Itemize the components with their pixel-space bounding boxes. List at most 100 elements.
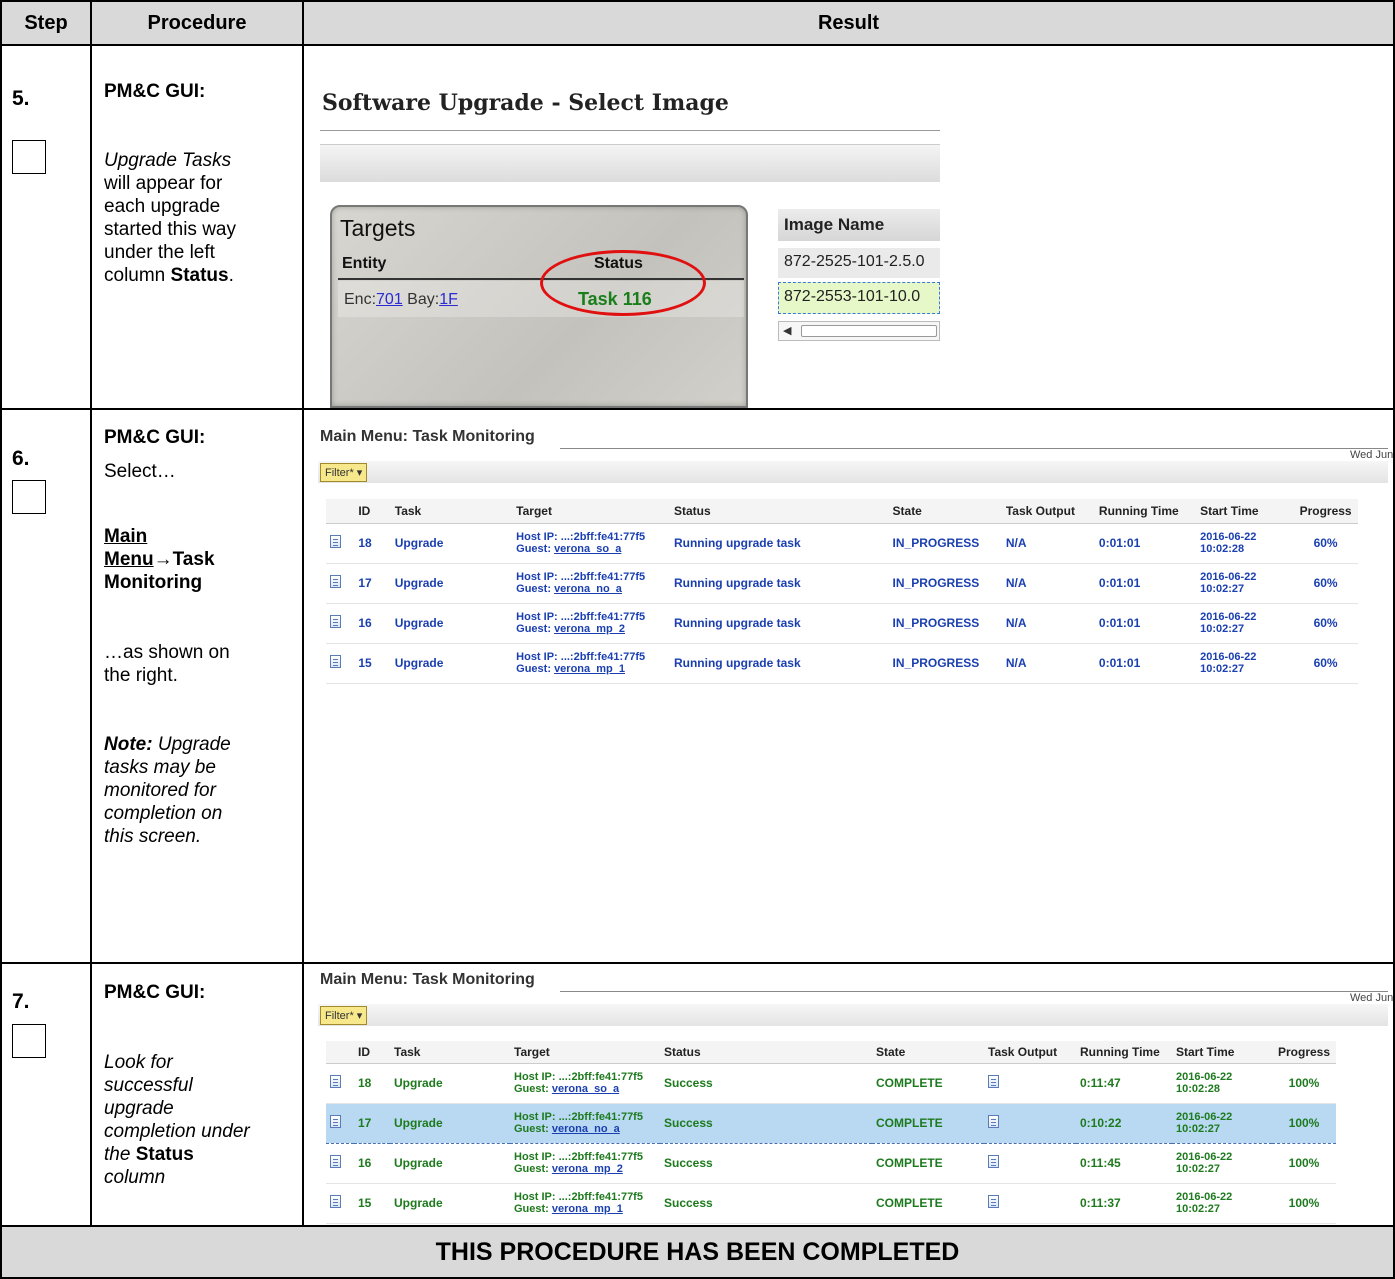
document-icon[interactable] xyxy=(330,1195,341,1208)
tm6-row-guest-link[interactable]: verona_no_a xyxy=(554,583,622,595)
tm6-table-row[interactable]: 16 Upgrade Host IP: ...:2bff:fe41:77f5 Gu… xyxy=(326,603,1358,644)
tm6-table-row[interactable]: 18 Upgrade Host IP: ...:2bff:fe41:77f5 Gu… xyxy=(326,523,1358,564)
task-output-icon[interactable] xyxy=(988,1155,999,1168)
scroll-left-icon[interactable]: ◀ xyxy=(783,324,791,337)
tm6-col-status[interactable]: Status xyxy=(669,499,889,524)
document-icon[interactable] xyxy=(330,1155,341,1168)
tm7-col-start[interactable]: Start Time xyxy=(1172,1041,1272,1064)
tm7-col-task[interactable]: Task xyxy=(390,1041,510,1064)
tm7-row-host: Host IP: ...:2bff:fe41:77f5 xyxy=(514,1151,643,1163)
tm7-row-start: 2016-06-22 10:02:27 xyxy=(1172,1143,1272,1184)
tm7-col-status[interactable]: Status xyxy=(660,1041,872,1064)
tm6-table-row[interactable]: 17 Upgrade Host IP: ...:2bff:fe41:77f5 Gu… xyxy=(326,563,1358,604)
enc-label: Enc: xyxy=(344,291,377,308)
step6-result-cell xyxy=(302,408,1395,964)
tm6-row-running: 0:01:01 xyxy=(1094,643,1197,684)
step5-checkbox[interactable] xyxy=(12,140,46,174)
tm6-row-doc-cell[interactable] xyxy=(326,563,355,604)
tm6-col-output[interactable]: Task Output xyxy=(1001,499,1095,524)
tm6-row-guest-link[interactable]: verona_mp_2 xyxy=(554,623,625,635)
tm7-col-state[interactable]: State xyxy=(872,1041,984,1064)
enc-link[interactable]: 701 xyxy=(376,291,403,308)
tm7-row-output[interactable] xyxy=(984,1183,1076,1224)
tm7-col-output[interactable]: Task Output xyxy=(984,1041,1076,1064)
tm6-col-start[interactable]: Start Time xyxy=(1196,499,1294,524)
tm6-header-row: ID Task Target Status State Task Output … xyxy=(326,499,1358,524)
step5-procedure-text: PM&C GUI: Upgrade Tasks will appear for … xyxy=(104,80,282,287)
tm7-row-output[interactable] xyxy=(984,1063,1076,1104)
tm6-row-guest-link[interactable]: verona_so_a xyxy=(554,543,621,555)
tm6-col-running[interactable]: Running Time xyxy=(1094,499,1197,524)
image-row-selected[interactable]: 872-2553-101-10.0 xyxy=(778,282,940,314)
tm6-row-id: 16 xyxy=(354,603,391,644)
tm7-row-guest-link[interactable]: verona_so_a xyxy=(552,1083,619,1095)
tm7-row-doc-cell[interactable] xyxy=(326,1063,354,1104)
tm6-table-row[interactable]: 15 Upgrade Host IP: ...:2bff:fe41:77f5 Gu… xyxy=(326,643,1358,684)
tm6-row-running: 0:01:01 xyxy=(1094,563,1197,604)
document-icon[interactable] xyxy=(330,1075,341,1088)
tm6-row-guest-label: Guest: xyxy=(516,663,555,675)
tm7-filter-button[interactable]: Filter* ▾ xyxy=(320,1006,368,1025)
scroll-thumb[interactable] xyxy=(801,325,937,337)
tm6-row-guest-link[interactable]: verona_mp_1 xyxy=(554,663,625,675)
step6-checkbox[interactable] xyxy=(12,480,46,514)
tm7-table-row[interactable]: 15 Upgrade Host IP: ...:2bff:fe41:77f5 Gu… xyxy=(326,1183,1336,1224)
step7-checkbox[interactable] xyxy=(12,1024,46,1058)
tm6-row-start-time: 10:02:27 xyxy=(1200,583,1245,595)
task-output-icon[interactable] xyxy=(988,1195,999,1208)
task-output-icon[interactable] xyxy=(988,1115,999,1128)
step7-proc-line2: successful xyxy=(104,1075,193,1096)
bay-link[interactable]: 1F xyxy=(439,291,458,308)
tm6-row-start-date: 2016-06-22 xyxy=(1200,571,1257,583)
document-icon[interactable] xyxy=(330,1115,341,1128)
tm7-row-start-date: 2016-06-22 xyxy=(1176,1071,1233,1083)
tm7-table-row-selected[interactable]: 17 Upgrade Host IP: ...:2bff:fe41:77f5 Gu… xyxy=(326,1102,1336,1144)
tm7-col-target[interactable]: Target xyxy=(510,1041,660,1064)
step6-note-line4: completion on xyxy=(104,803,223,824)
tm6-row-host: Host IP: ...:2bff:fe41:77f5 xyxy=(516,531,646,543)
tm6-row-progress: 60% xyxy=(1293,603,1358,644)
tm7-row-status: Success xyxy=(660,1183,872,1224)
tm6-row-output: N/A xyxy=(1001,523,1095,564)
tm7-table-row[interactable]: 18 Upgrade Host IP: ...:2bff:fe41:77f5 Gu… xyxy=(326,1063,1336,1104)
tm7-row-output[interactable] xyxy=(984,1143,1076,1184)
tm7-row-guest-link[interactable]: verona_mp_2 xyxy=(552,1163,623,1175)
tm6-col-target[interactable]: Target xyxy=(512,499,670,524)
image-name-header[interactable]: Image Name xyxy=(778,209,940,241)
tm7-row-status: Success xyxy=(660,1102,872,1144)
document-icon[interactable] xyxy=(330,655,341,668)
document-icon[interactable] xyxy=(330,575,341,588)
tm6-row-status: Running upgrade task xyxy=(669,603,889,644)
tm7-row-guest-link[interactable]: verona_no_a xyxy=(552,1123,620,1135)
tm7-row-output[interactable] xyxy=(984,1102,1076,1144)
tm6-row-task: Upgrade xyxy=(390,523,513,564)
tm6-col-id[interactable]: ID xyxy=(354,499,391,524)
tm6-row-doc-cell[interactable] xyxy=(326,523,355,564)
tm7-table-row[interactable]: 16 Upgrade Host IP: ...:2bff:fe41:77f5 Gu… xyxy=(326,1143,1336,1184)
tm7-row-doc-cell[interactable] xyxy=(326,1143,354,1184)
tm6-row-doc-cell[interactable] xyxy=(326,603,355,644)
image-scrollbar[interactable]: ◀ xyxy=(778,321,940,341)
highlight-ellipse xyxy=(540,250,706,316)
tm7-row-doc-cell[interactable] xyxy=(326,1183,354,1224)
tm7-row-doc-cell[interactable] xyxy=(326,1102,354,1144)
task-output-icon[interactable] xyxy=(988,1075,999,1088)
tm7-row-id: 16 xyxy=(354,1143,390,1184)
document-icon[interactable] xyxy=(330,615,341,628)
document-icon[interactable] xyxy=(330,535,341,548)
tm6-col-progress[interactable]: Progress xyxy=(1293,499,1358,524)
tm7-col-running[interactable]: Running Time xyxy=(1076,1041,1172,1064)
tm6-col-state[interactable]: State xyxy=(888,499,1002,524)
tm7-col-progress[interactable]: Progress xyxy=(1272,1041,1336,1064)
title-rule xyxy=(320,130,940,131)
tm6-col-task[interactable]: Task xyxy=(390,499,513,524)
tm6-row-task: Upgrade xyxy=(390,603,513,644)
tm7-col-id[interactable]: ID xyxy=(354,1041,390,1064)
tm6-row-doc-cell[interactable] xyxy=(326,643,355,684)
tm6-filter-button[interactable]: Filter* ▾ xyxy=(320,463,368,482)
step5-number: 5. xyxy=(12,87,30,110)
image-row[interactable]: 872-2525-101-2.5.0 xyxy=(778,248,940,278)
tm7-row-guest-link[interactable]: verona_mp_1 xyxy=(552,1203,623,1215)
tm7-date: Wed Jun xyxy=(1350,992,1394,1004)
tm7-row-guest-label: Guest: xyxy=(514,1203,552,1215)
